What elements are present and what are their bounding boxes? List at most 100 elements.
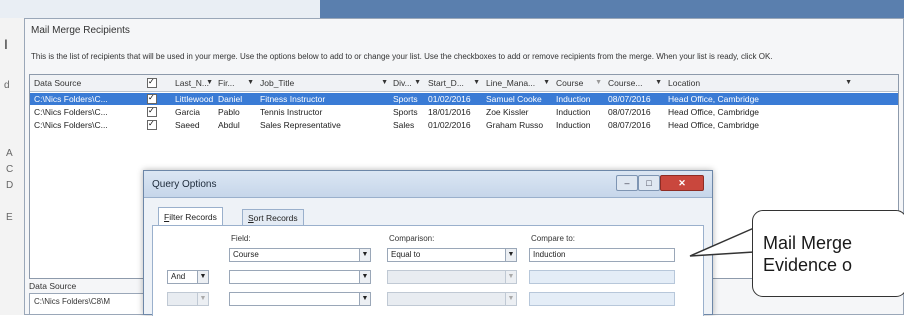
column-header-course[interactable]: Course ▼ bbox=[556, 77, 604, 89]
cell-first-name: Daniel bbox=[218, 94, 243, 104]
chevron-down-icon[interactable]: ▼ bbox=[595, 77, 602, 89]
compare-to-value: Induction bbox=[533, 250, 566, 259]
cell-course: Induction bbox=[556, 120, 591, 130]
cell-job-title: Tennis Instructor bbox=[260, 107, 323, 117]
cell-course: Induction bbox=[556, 94, 591, 104]
cell-job-title: Fitness Instructor bbox=[260, 94, 326, 104]
column-header-label: Line_Mana... bbox=[486, 78, 536, 88]
column-header-line-manager[interactable]: Line_Mana... ▼ bbox=[486, 77, 552, 89]
close-icon: ✕ bbox=[678, 178, 686, 188]
cell-course-date: 08/07/2016 bbox=[608, 94, 651, 104]
chevron-down-icon[interactable]: ▼ bbox=[359, 292, 371, 306]
host-glyph: D bbox=[6, 180, 14, 191]
host-glyph: E bbox=[6, 212, 13, 223]
minimize-icon: – bbox=[624, 178, 630, 188]
column-header-label: Job_Title bbox=[260, 78, 295, 88]
table-row[interactable]: C:\Nics Folders\C... Garcia Pablo Tennis… bbox=[30, 106, 898, 118]
column-header-start-date[interactable]: Start_D... ▼ bbox=[428, 77, 482, 89]
compare-to-input-3[interactable] bbox=[529, 292, 675, 306]
cell-line-manager: Samuel Cooke bbox=[486, 94, 542, 104]
cell-location: Head Office, Cambridge bbox=[668, 120, 760, 130]
chevron-down-icon[interactable]: ▼ bbox=[197, 292, 209, 306]
close-button[interactable]: ✕ bbox=[660, 175, 704, 191]
cell-checkbox[interactable] bbox=[147, 93, 159, 105]
comparison-select[interactable]: Equal to bbox=[387, 248, 517, 262]
compare-to-input[interactable]: Induction bbox=[529, 248, 675, 262]
data-source-item[interactable]: C:\Nics Folders\C8\M bbox=[34, 297, 110, 306]
field-column-label: Field: bbox=[231, 234, 251, 243]
cell-first-name: Abdul bbox=[218, 120, 240, 130]
tab-sort-records[interactable]: Sort Records bbox=[242, 209, 304, 225]
chevron-down-icon[interactable]: ▼ bbox=[381, 77, 388, 89]
comparison-select-2[interactable] bbox=[387, 270, 517, 284]
recipient-checkbox[interactable] bbox=[147, 119, 157, 130]
column-header-label: Location bbox=[668, 78, 701, 88]
chevron-down-icon[interactable]: ▼ bbox=[505, 248, 517, 262]
column-header-label: Div... bbox=[393, 78, 412, 88]
column-header-data-source[interactable]: Data Source bbox=[34, 77, 134, 89]
chevron-down-icon[interactable]: ▼ bbox=[414, 77, 421, 89]
cell-start-date: 01/02/2016 bbox=[428, 94, 471, 104]
comparison-select-3[interactable] bbox=[387, 292, 517, 306]
cell-data-source: C:\Nics Folders\C... bbox=[34, 120, 108, 130]
chevron-down-icon[interactable]: ▼ bbox=[543, 77, 550, 89]
column-header-label: Course... bbox=[608, 78, 643, 88]
chevron-down-icon[interactable]: ▼ bbox=[206, 77, 213, 89]
host-left-strip: I d A C D E bbox=[0, 18, 25, 315]
column-header-first-name[interactable]: Fir... ▼ bbox=[218, 77, 256, 89]
field-select-3[interactable] bbox=[229, 292, 371, 306]
maximize-icon: □ bbox=[646, 178, 652, 188]
chevron-down-icon[interactable]: ▼ bbox=[505, 292, 517, 306]
query-options-dialog: Query Options – □ ✕ Filter Records Sort … bbox=[143, 170, 713, 316]
cell-checkbox[interactable] bbox=[147, 106, 159, 118]
compare-to-input-2[interactable] bbox=[529, 270, 675, 284]
column-header-last-name[interactable]: Last_N... ▼ bbox=[175, 77, 215, 89]
chevron-down-icon[interactable]: ▼ bbox=[845, 77, 852, 89]
minimize-button[interactable]: – bbox=[616, 175, 638, 191]
chevron-down-icon[interactable]: ▼ bbox=[359, 248, 371, 262]
chevron-down-icon[interactable]: ▼ bbox=[473, 77, 480, 89]
recipient-checkbox[interactable] bbox=[147, 93, 157, 104]
chevron-down-icon[interactable]: ▼ bbox=[197, 270, 209, 284]
table-row[interactable]: C:\Nics Folders\C... Saeed Abdul Sales R… bbox=[30, 119, 898, 131]
cell-job-title: Sales Representative bbox=[260, 120, 341, 130]
dialog-description: This is the list of recipients that will… bbox=[31, 52, 773, 61]
cell-start-date: 18/01/2016 bbox=[428, 107, 471, 117]
column-header-course-date[interactable]: Course... ▼ bbox=[608, 77, 664, 89]
column-header-job-title[interactable]: Job_Title ▼ bbox=[260, 77, 390, 89]
table-row[interactable]: C:\Nics Folders\C... Littlewood Daniel F… bbox=[30, 93, 898, 105]
column-header-location[interactable]: Location ▼ bbox=[668, 77, 854, 89]
data-source-label: Data Source bbox=[29, 281, 77, 291]
callout-line-2: Evidence o bbox=[763, 255, 853, 275]
host-glyph: C bbox=[6, 164, 14, 175]
column-header-division[interactable]: Div... ▼ bbox=[393, 77, 423, 89]
dialog-title: Mail Merge Recipients bbox=[31, 25, 130, 36]
chevron-down-icon[interactable]: ▼ bbox=[359, 270, 371, 284]
tab-filter-records[interactable]: Filter Records bbox=[158, 207, 223, 225]
field-select[interactable]: Course bbox=[229, 248, 371, 262]
cell-checkbox[interactable] bbox=[147, 119, 159, 131]
field-select-2[interactable] bbox=[229, 270, 371, 284]
cell-start-date: 01/02/2016 bbox=[428, 120, 471, 130]
column-header-select-all[interactable] bbox=[147, 77, 159, 89]
data-source-list[interactable]: C:\Nics Folders\C8\M bbox=[29, 293, 147, 315]
chevron-down-icon[interactable]: ▼ bbox=[247, 77, 254, 89]
recipient-checkbox[interactable] bbox=[147, 106, 157, 117]
cell-division: Sales bbox=[393, 120, 415, 130]
select-all-checkbox[interactable] bbox=[147, 77, 157, 88]
table-header: Data Source Last_N...▼ Fir...▼ Job_Title… bbox=[30, 75, 898, 92]
column-header-label: Data Source bbox=[34, 78, 82, 88]
cell-last-name: Garcia bbox=[175, 107, 201, 117]
cell-data-source: C:\Nics Folders\C... bbox=[34, 94, 108, 104]
chevron-down-icon[interactable]: ▼ bbox=[505, 270, 517, 284]
tab-label: ilter Records bbox=[169, 212, 217, 222]
cell-line-manager: Graham Russo bbox=[486, 120, 544, 130]
cell-course-date: 08/07/2016 bbox=[608, 120, 651, 130]
dialog-title: Query Options bbox=[152, 179, 217, 190]
column-header-label: Start_D... bbox=[428, 78, 464, 88]
maximize-button[interactable]: □ bbox=[638, 175, 660, 191]
cell-first-name: Pablo bbox=[218, 107, 240, 117]
compare-to-column-label: Compare to: bbox=[531, 234, 576, 243]
query-options-titlebar[interactable]: Query Options – □ ✕ bbox=[144, 171, 712, 198]
chevron-down-icon[interactable]: ▼ bbox=[655, 77, 662, 89]
